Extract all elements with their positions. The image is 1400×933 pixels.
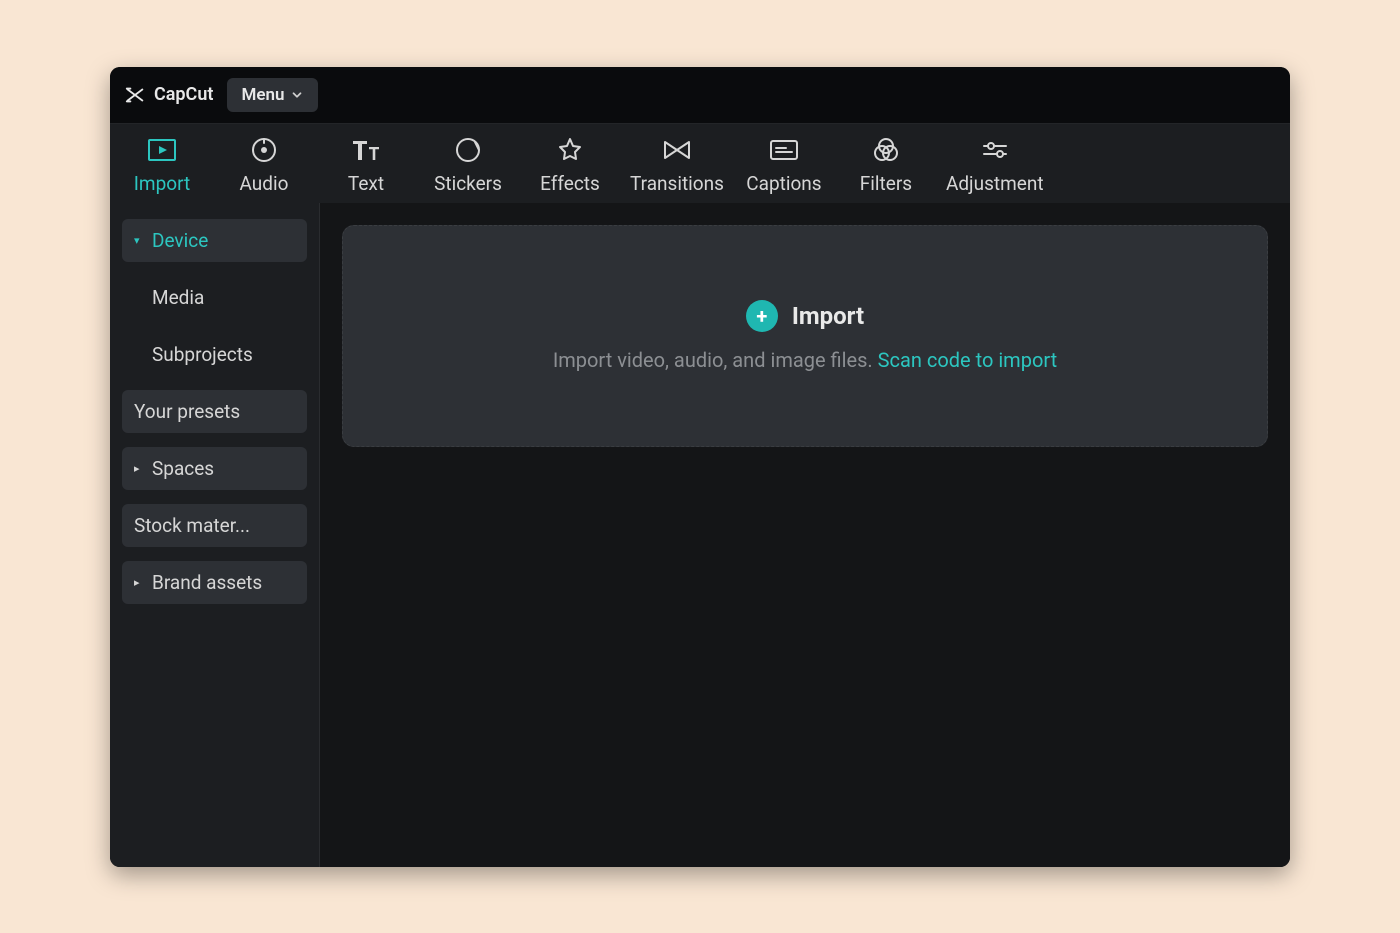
sidebar-item-label: Spaces [152, 457, 214, 480]
tab-stickers[interactable]: Stickers [426, 136, 510, 195]
captions-icon [767, 136, 801, 164]
import-heading-row: + Import [746, 300, 864, 332]
tab-label: Text [348, 172, 384, 195]
brand-logo-icon [124, 84, 146, 106]
import-subtitle-row: Import video, audio, and image files. Sc… [553, 348, 1057, 372]
chevron-down-icon [290, 88, 304, 102]
sidebar-item-brand-assets[interactable]: ▸ Brand assets [122, 561, 307, 604]
tab-adjustment[interactable]: Adjustment [946, 136, 1044, 195]
tab-label: Transitions [630, 172, 724, 195]
scan-code-link[interactable]: Scan code to import [878, 348, 1058, 372]
tab-label: Stickers [434, 172, 502, 195]
tab-captions[interactable]: Captions [742, 136, 826, 195]
titlebar: CapCut Menu [110, 67, 1290, 123]
tab-label: Import [134, 172, 190, 195]
tab-import[interactable]: Import [120, 136, 204, 195]
tab-label: Adjustment [946, 172, 1044, 195]
sidebar-item-label: Media [152, 286, 204, 309]
sidebar-item-your-presets[interactable]: Your presets [122, 390, 307, 433]
sidebar-item-spaces[interactable]: ▸ Spaces [122, 447, 307, 490]
tab-audio[interactable]: Audio [222, 136, 306, 195]
sidebar: ▾ Device Media Subprojects Your presets … [110, 203, 320, 867]
toolbar: Import Audio Text [110, 123, 1290, 203]
text-icon [349, 136, 383, 164]
menu-button-label: Menu [241, 85, 284, 105]
import-dropzone[interactable]: + Import Import video, audio, and image … [342, 225, 1268, 447]
effects-icon [553, 136, 587, 164]
plus-icon: + [746, 300, 778, 332]
sidebar-item-media[interactable]: Media [122, 276, 307, 319]
import-title: Import [792, 302, 864, 330]
sidebar-item-label: Device [152, 229, 208, 252]
content-area: + Import Import video, audio, and image … [320, 203, 1290, 867]
sidebar-item-label: Stock mater... [134, 514, 250, 537]
import-icon [145, 136, 179, 164]
menu-button[interactable]: Menu [227, 78, 318, 112]
sidebar-item-subprojects[interactable]: Subprojects [122, 333, 307, 376]
brand-name: CapCut [154, 84, 213, 105]
caret-down-icon: ▾ [134, 234, 144, 247]
sidebar-item-label: Brand assets [152, 571, 262, 594]
tab-effects[interactable]: Effects [528, 136, 612, 195]
sidebar-item-label: Subprojects [152, 343, 253, 366]
stickers-icon [451, 136, 485, 164]
brand: CapCut [124, 84, 213, 106]
tab-filters[interactable]: Filters [844, 136, 928, 195]
tab-text[interactable]: Text [324, 136, 408, 195]
caret-right-icon: ▸ [134, 462, 144, 475]
adjustment-icon [978, 136, 1012, 164]
sidebar-item-label: Your presets [134, 400, 240, 423]
tab-label: Captions [746, 172, 821, 195]
caret-right-icon: ▸ [134, 576, 144, 589]
app-window: CapCut Menu Import [110, 67, 1290, 867]
tab-label: Audio [240, 172, 289, 195]
audio-icon [247, 136, 281, 164]
import-subtitle: Import video, audio, and image files. [553, 348, 873, 372]
tab-label: Filters [860, 172, 912, 195]
sidebar-item-stock-materials[interactable]: Stock mater... [122, 504, 307, 547]
transitions-icon [660, 136, 694, 164]
sidebar-item-device[interactable]: ▾ Device [122, 219, 307, 262]
filters-icon [869, 136, 903, 164]
tab-label: Effects [540, 172, 600, 195]
tab-transitions[interactable]: Transitions [630, 136, 724, 195]
app-body: ▾ Device Media Subprojects Your presets … [110, 203, 1290, 867]
